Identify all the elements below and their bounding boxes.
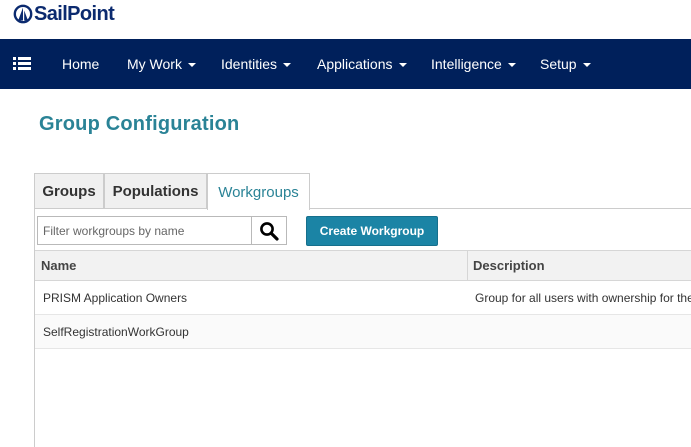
sailpoint-logo[interactable]: SailPoint bbox=[13, 3, 115, 25]
hamburger-list-icon[interactable] bbox=[13, 56, 31, 71]
nav-item-label: Setup bbox=[540, 56, 577, 72]
page-title: Group Configuration bbox=[39, 113, 240, 135]
nav-item-label: Identities bbox=[221, 56, 278, 72]
caret-down-icon bbox=[398, 63, 407, 67]
create-workgroup-label: Create Workgroup bbox=[319, 224, 425, 238]
column-header-description[interactable]: Description bbox=[473, 251, 545, 280]
create-workgroup-button[interactable]: Create Workgroup bbox=[306, 216, 438, 246]
tab-workgroups[interactable]: Workgroups bbox=[207, 173, 310, 210]
main-navbar: Home My Work Identities Applications Int… bbox=[0, 39, 691, 89]
column-header-name[interactable]: Name bbox=[41, 251, 76, 280]
cell-description bbox=[475, 315, 691, 348]
table-header: Name Description bbox=[35, 250, 691, 281]
caret-down-icon bbox=[582, 63, 591, 67]
nav-item-setup[interactable]: Setup bbox=[540, 39, 591, 89]
nav-item-label: Intelligence bbox=[431, 56, 502, 72]
table-row[interactable]: PRISM Application Owners Group for all u… bbox=[35, 281, 691, 315]
nav-item-home[interactable]: Home bbox=[62, 39, 99, 89]
nav-item-label: My Work bbox=[127, 56, 182, 72]
tab-label: Workgroups bbox=[218, 183, 299, 201]
tab-populations[interactable]: Populations bbox=[104, 173, 207, 209]
nav-item-identities[interactable]: Identities bbox=[221, 39, 292, 89]
workgroup-filter-input[interactable] bbox=[37, 216, 252, 245]
caret-down-icon bbox=[283, 63, 292, 67]
nav-item-label: Home bbox=[62, 56, 100, 72]
nav-item-intelligence[interactable]: Intelligence bbox=[431, 39, 516, 89]
nav-item-label: Applications bbox=[317, 56, 393, 72]
caret-down-icon bbox=[187, 63, 196, 67]
cell-description: Group for all users with ownership for t… bbox=[475, 290, 691, 305]
nav-item-my-work[interactable]: My Work bbox=[127, 39, 196, 89]
tab-groups[interactable]: Groups bbox=[34, 173, 104, 209]
tab-label: Populations bbox=[112, 183, 199, 200]
logo-text: SailPoint bbox=[34, 3, 115, 25]
logo-bar: SailPoint bbox=[0, 0, 691, 39]
table-row[interactable]: SelfRegistrationWorkGroup bbox=[35, 315, 691, 349]
sailpoint-logo-icon bbox=[13, 4, 33, 24]
nav-item-applications[interactable]: Applications bbox=[317, 39, 407, 89]
caret-down-icon bbox=[507, 63, 516, 67]
column-divider bbox=[467, 251, 468, 280]
search-button[interactable] bbox=[251, 216, 287, 245]
cell-name: SelfRegistrationWorkGroup bbox=[43, 324, 189, 339]
workgroups-table: Name Description PRISM Application Owner… bbox=[35, 250, 691, 349]
magnifier-icon bbox=[260, 221, 279, 241]
cell-name: PRISM Application Owners bbox=[43, 290, 188, 305]
tab-label: Groups bbox=[42, 183, 96, 200]
